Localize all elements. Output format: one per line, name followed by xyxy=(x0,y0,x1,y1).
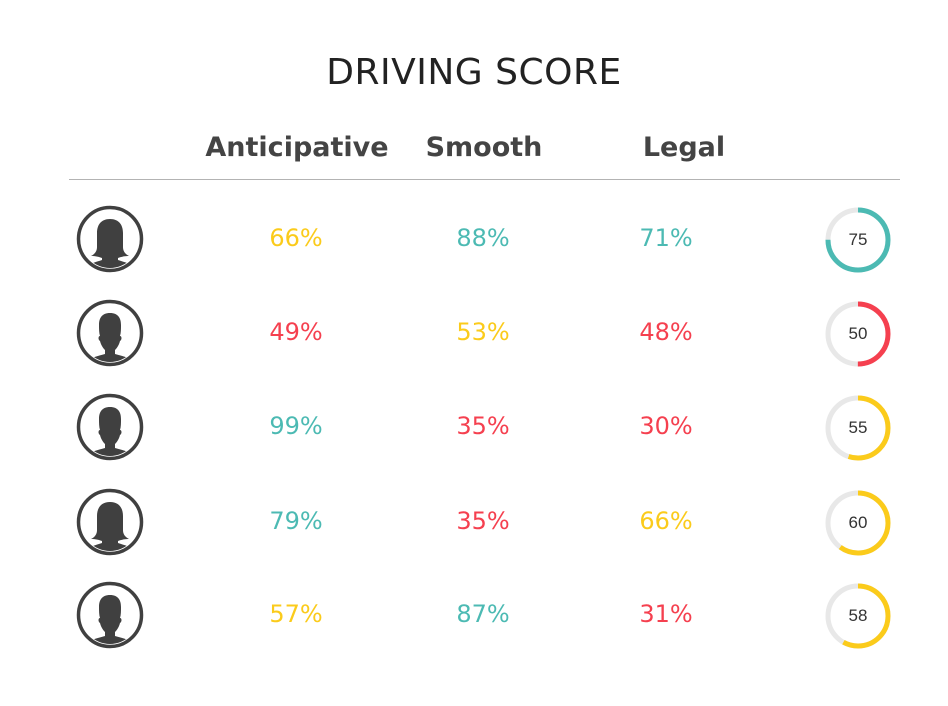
male-avatar-icon xyxy=(76,581,144,649)
legal-score: 66% xyxy=(639,507,693,535)
smooth-score: 35% xyxy=(456,412,510,440)
legal-score: 30% xyxy=(639,412,693,440)
smooth-score: 87% xyxy=(456,600,510,628)
driver-row: 57% 87% 31% 58 xyxy=(0,576,948,656)
legal-score: 48% xyxy=(639,318,693,346)
smooth-score: 53% xyxy=(456,318,510,346)
legal-score: 31% xyxy=(639,600,693,628)
female-avatar-icon xyxy=(76,205,144,273)
female-avatar-icon xyxy=(76,488,144,556)
anticipative-score: 79% xyxy=(269,507,323,535)
anticipative-score: 49% xyxy=(269,318,323,346)
page-title: DRIVING SCORE xyxy=(326,52,622,93)
overall-score-value: 58 xyxy=(848,606,868,625)
anticipative-score: 99% xyxy=(269,412,323,440)
smooth-score: 35% xyxy=(456,507,510,535)
driver-row: 49% 53% 48% 50 xyxy=(0,294,948,374)
anticipative-score: 66% xyxy=(269,224,323,252)
legal-score: 71% xyxy=(639,224,693,252)
smooth-score: 88% xyxy=(456,224,510,252)
male-avatar-icon xyxy=(76,393,144,461)
overall-score-value: 75 xyxy=(848,230,868,249)
overall-score-value: 50 xyxy=(848,324,868,343)
male-avatar-icon xyxy=(76,299,144,367)
driver-row: 79% 35% 66% 60 xyxy=(0,483,948,563)
overall-score-value: 60 xyxy=(848,513,868,532)
column-header-legal: Legal xyxy=(642,132,726,163)
anticipative-score: 57% xyxy=(269,600,323,628)
column-header-smooth: Smooth xyxy=(425,132,543,163)
driver-row: 66% 88% 71% 75 xyxy=(0,200,948,280)
header-divider xyxy=(69,179,900,180)
driver-row: 99% 35% 30% 55 xyxy=(0,388,948,468)
overall-score-value: 55 xyxy=(848,418,868,437)
